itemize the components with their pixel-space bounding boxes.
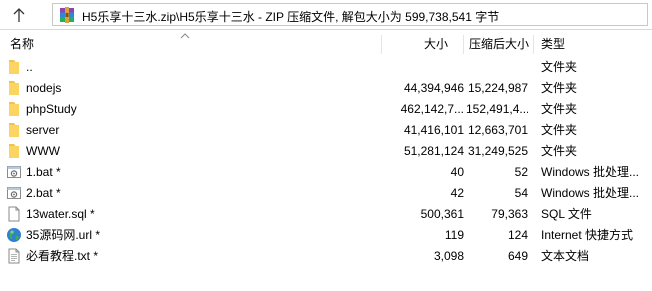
table-row[interactable]: 2.bat * 42 54 Windows 批处理... [0, 183, 652, 204]
file-type: Windows 批处理... [541, 165, 640, 179]
file-name: 35源码网.url * [26, 228, 101, 242]
file-size [380, 57, 464, 78]
table-row[interactable]: server 41,416,101 12,663,701 文件夹 [0, 120, 652, 141]
path-field[interactable]: H5乐享十三水.zip\H5乐享十三水 - ZIP 压缩文件, 解包大小为 59… [52, 3, 648, 26]
file-packed-size: 12,663,701 [467, 123, 528, 137]
file-packed-size: 79,363 [491, 207, 528, 221]
file-size: 3,098 [433, 249, 464, 263]
folder-icon [9, 102, 19, 116]
folder-icon [9, 144, 19, 158]
file-size: 119 [444, 228, 464, 242]
text-file-icon [8, 248, 20, 264]
document-icon [8, 206, 20, 222]
file-size: 42 [450, 186, 464, 200]
file-type: Windows 批处理... [541, 186, 640, 200]
file-type: 文件夹 [541, 60, 578, 74]
column-size[interactable]: 大小 [424, 32, 448, 56]
file-packed-size: 649 [507, 249, 528, 263]
file-name: 13water.sql * [26, 207, 95, 221]
file-packed-size: 124 [507, 228, 528, 242]
column-type[interactable]: 类型 [541, 32, 565, 56]
file-name: WWW [26, 144, 60, 158]
file-name: .. [26, 60, 33, 74]
file-type: 文件夹 [541, 102, 578, 116]
path-bar: H5乐享十三水.zip\H5乐享十三水 - ZIP 压缩文件, 解包大小为 59… [0, 0, 652, 30]
folder-icon [9, 81, 19, 95]
sort-ascending-icon [180, 33, 190, 39]
file-name: 1.bat * [26, 165, 61, 179]
globe-icon [7, 228, 21, 242]
table-row[interactable]: 必看教程.txt * 3,098 649 文本文档 [0, 246, 652, 267]
file-packed-size: 152,491,4... [466, 102, 528, 116]
up-folder-button[interactable] [10, 6, 28, 24]
file-name: 2.bat * [26, 186, 61, 200]
table-row[interactable]: 13water.sql * 500,361 79,363 SQL 文件 [0, 204, 652, 225]
file-type: 文件夹 [541, 123, 578, 137]
arrow-up-icon [13, 8, 25, 22]
batch-file-icon [7, 187, 21, 199]
file-type: SQL 文件 [541, 207, 592, 221]
file-size: 51,281,124 [403, 144, 464, 158]
file-size: 44,394,946 [403, 81, 464, 95]
column-divider[interactable] [381, 35, 382, 54]
table-row[interactable]: nodejs 44,394,946 15,224,987 文件夹 [0, 78, 652, 99]
column-divider[interactable] [533, 35, 534, 54]
file-type: 文件夹 [541, 81, 578, 95]
table-row[interactable]: 1.bat * 40 52 Windows 批处理... [0, 162, 652, 183]
file-size: 40 [450, 165, 464, 179]
archive-icon [60, 7, 74, 23]
file-type: 文本文档 [541, 249, 590, 263]
file-type: 文件夹 [541, 144, 578, 158]
file-packed-size [466, 57, 528, 78]
file-name: nodejs [26, 81, 62, 95]
column-divider[interactable] [463, 35, 464, 54]
file-size: 41,416,101 [403, 123, 464, 137]
file-name: 必看教程.txt * [26, 249, 99, 263]
file-size: 462,142,7... [400, 102, 464, 116]
column-name[interactable]: 名称 [10, 32, 34, 56]
file-name: server [26, 123, 60, 137]
table-row[interactable]: WWW 51,281,124 31,249,525 文件夹 [0, 141, 652, 162]
file-packed-size: 54 [514, 186, 528, 200]
column-packed-size[interactable]: 压缩后大小 [469, 32, 529, 56]
archive-path-text: H5乐享十三水.zip\H5乐享十三水 - ZIP 压缩文件, 解包大小为 59… [82, 10, 500, 24]
file-size: 500,361 [420, 207, 464, 221]
column-header: 名称 大小 压缩后大小 类型 [0, 32, 652, 56]
table-row[interactable]: phpStudy 462,142,7... 152,491,4... 文件夹 [0, 99, 652, 120]
batch-file-icon [7, 166, 21, 178]
folder-icon [9, 123, 19, 137]
table-row[interactable]: 35源码网.url * 119 124 Internet 快捷方式 [0, 225, 652, 246]
table-row[interactable]: .. 文件夹 [0, 57, 652, 78]
file-name: phpStudy [26, 102, 77, 116]
file-type: Internet 快捷方式 [541, 228, 634, 242]
file-packed-size: 52 [514, 165, 528, 179]
file-packed-size: 31,249,525 [467, 144, 528, 158]
file-packed-size: 15,224,987 [467, 81, 528, 95]
folder-icon [9, 60, 19, 74]
